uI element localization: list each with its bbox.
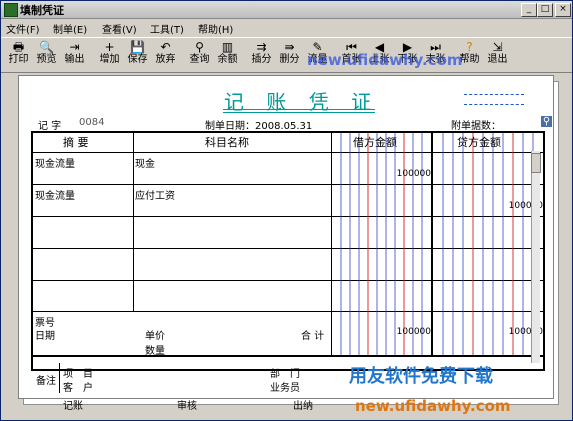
- remark-project[interactable]: 项 目: [63, 365, 93, 380]
- balance-icon: ▥: [221, 40, 234, 54]
- date-label: 日期: [35, 331, 55, 342]
- toolbar: 🖶 打印 🔍 预览 ⇥ 输出 + 增加 💾 保存 ↶ 放弃 ⚲ 查询 ▥ 余额 ⇉ 插分 ⇛ 删分 …: [1, 37, 572, 73]
- exit-button[interactable]: ⇲ 退出: [485, 40, 510, 70]
- header-credit: 贷方金额: [457, 136, 501, 149]
- voucher-grid: 摘 要 科目名称 借方金额 贷方金额 现金流量 现金 100000 现金流量 应…: [31, 131, 545, 371]
- menu-file[interactable]: 文件(F): [6, 21, 40, 36]
- total-label: 合 计: [301, 331, 325, 342]
- menu-help[interactable]: 帮助(H): [198, 21, 233, 36]
- delete-line-button[interactable]: ⇛ 删分: [277, 40, 302, 70]
- binoculars-icon: ⚲: [195, 40, 204, 54]
- header-subject: 科目名称: [205, 136, 249, 149]
- print-button[interactable]: 🖶 打印: [6, 40, 31, 70]
- remark-dept[interactable]: 部 门: [270, 365, 300, 380]
- row1-summary[interactable]: 现金流量: [35, 155, 75, 170]
- printer-icon: 🖶: [12, 40, 25, 54]
- query-button[interactable]: ⚲ 查询: [187, 40, 212, 70]
- insert-line-icon: ⇉: [256, 40, 267, 54]
- balance-button[interactable]: ▥ 余额: [215, 40, 240, 70]
- voucher-window: 填制凭证 _ □ × 文件(F) 制单(E) 查看(V) 工具(T) 帮助(H)…: [0, 0, 573, 421]
- title-bar: 填制凭证 _ □ ×: [1, 1, 572, 19]
- menu-voucher[interactable]: 制单(E): [53, 21, 87, 36]
- help-icon: ?: [466, 40, 473, 54]
- discard-button[interactable]: ↶ 放弃: [153, 40, 178, 70]
- window-title: 填制凭证: [20, 4, 64, 17]
- exit-icon: ⇲: [492, 40, 503, 54]
- preview-icon: 🔍: [39, 40, 54, 54]
- row-divider: [33, 355, 543, 357]
- minimize-button[interactable]: _: [521, 3, 537, 17]
- watermark-cn: 用友软件免费下载: [349, 366, 493, 387]
- remark-staff[interactable]: 业务员: [270, 379, 300, 394]
- export-icon: ⇥: [69, 40, 80, 54]
- lookup-icon[interactable]: ⚲: [541, 116, 552, 127]
- save-icon: 💾: [130, 40, 145, 54]
- col-divider: [133, 133, 134, 311]
- preview-button[interactable]: 🔍 预览: [34, 40, 59, 70]
- debit-digit-grid: [340, 133, 423, 355]
- credit-digit-grid: [442, 133, 534, 355]
- attachment-label[interactable]: 附单据数：: [451, 117, 501, 132]
- remark-customer[interactable]: 客 户: [63, 379, 93, 394]
- voucher-date[interactable]: 制单日期：2008.05.31: [205, 117, 312, 132]
- title-underline: [223, 109, 375, 110]
- dash-line: [464, 94, 524, 95]
- delete-line-icon: ⇛: [284, 40, 295, 54]
- scrollbar-thumb[interactable]: [531, 153, 541, 173]
- remark-label: 备注: [36, 376, 56, 387]
- menu-bar: 文件(F) 制单(E) 查看(V) 工具(T) 帮助(H): [1, 19, 572, 36]
- watermark-top: new.ufidawhy.com: [307, 51, 463, 69]
- price-label: 单价: [145, 331, 165, 342]
- undo-icon: ↶: [160, 40, 171, 54]
- save-button[interactable]: 💾 保存: [125, 40, 150, 70]
- row1-subject[interactable]: 现金: [135, 155, 155, 170]
- voucher-number[interactable]: 0084: [79, 117, 104, 128]
- close-button[interactable]: ×: [555, 3, 571, 17]
- header-debit: 借方金额: [353, 136, 397, 149]
- voucher-title: 记 账 凭 证: [224, 90, 380, 114]
- qty-label: 数量: [145, 346, 165, 357]
- insert-line-button[interactable]: ⇉ 插分: [249, 40, 274, 70]
- app-icon: [4, 3, 18, 17]
- dash-line: [464, 104, 524, 105]
- total-debit: 100000: [396, 327, 431, 337]
- cashier-label: 出纳: [293, 401, 313, 412]
- voucher-type-label: 记 字: [38, 121, 62, 132]
- voucher-sheet: 记 账 凭 证 记 字 0084 制单日期：2008.05.31 附单据数： ⚲: [18, 75, 554, 399]
- header-summary: 摘 要: [63, 136, 89, 149]
- add-button[interactable]: + 增加: [97, 40, 122, 70]
- vertical-scrollbar[interactable]: [531, 151, 540, 363]
- menu-view[interactable]: 查看(V): [102, 21, 137, 36]
- row2-summary[interactable]: 现金流量: [35, 187, 75, 202]
- auditor-label: 审核: [177, 401, 197, 412]
- export-button[interactable]: ⇥ 输出: [62, 40, 87, 70]
- watermark-bottom: new.ufidawhy.com: [355, 397, 511, 415]
- remark-divider: [59, 363, 60, 393]
- row1-debit[interactable]: 100000: [363, 169, 431, 179]
- title-underline-2: [223, 112, 375, 113]
- row2-subject[interactable]: 应付工资: [135, 187, 175, 202]
- add-icon: +: [104, 40, 115, 54]
- menu-tools[interactable]: 工具(T): [150, 21, 184, 36]
- maximize-button[interactable]: □: [537, 3, 553, 17]
- bookkeeper-label: 记账: [63, 401, 83, 412]
